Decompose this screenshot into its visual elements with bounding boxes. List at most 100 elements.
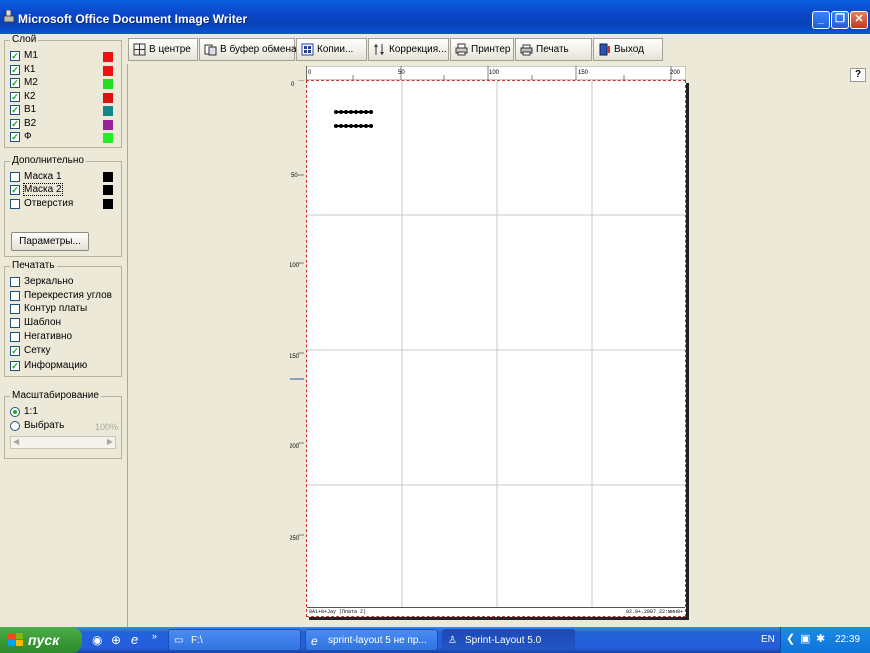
layer-row-k2[interactable]: ✓ К2	[10, 91, 35, 104]
start-button[interactable]: пуск	[0, 627, 82, 653]
print-button[interactable]: Печать	[515, 38, 592, 61]
mask2-checkbox[interactable]: ✓	[10, 185, 20, 195]
print-mirror-row[interactable]: Зеркально	[10, 276, 73, 289]
parameters-button[interactable]: Параметры...	[11, 232, 89, 251]
color-swatch[interactable]	[103, 172, 113, 182]
extra-row-mask1[interactable]: Маска 1	[10, 171, 62, 184]
checkbox[interactable]	[10, 332, 20, 342]
clipboard-button[interactable]: В буфер обмена	[199, 38, 297, 61]
layer-checkbox[interactable]: ✓	[10, 119, 20, 129]
extra-row-holes[interactable]: Отверстия	[10, 198, 73, 211]
tray-arrow-icon[interactable]: ❮	[786, 632, 795, 645]
layer-checkbox[interactable]: ✓	[10, 105, 20, 115]
color-swatch[interactable]	[103, 120, 113, 130]
center-icon	[133, 43, 146, 56]
extra-row-mask2[interactable]: ✓ Маска 2	[10, 183, 63, 197]
radio[interactable]	[10, 407, 20, 417]
color-swatch[interactable]	[103, 106, 113, 116]
layer-row-m1[interactable]: ✓ М1	[10, 50, 38, 63]
scale-group-title: Масштабирование	[10, 390, 101, 401]
taskbar-item-browser[interactable]: e sprint-layout 5 не пр...	[305, 629, 438, 651]
print-crosshair-row[interactable]: Перекрестия углов	[10, 290, 112, 303]
ruler-left-label: 250	[290, 536, 300, 542]
ruler-left-label: 0	[291, 82, 295, 88]
scale-percent: 100%	[95, 422, 119, 432]
holes-checkbox[interactable]	[10, 199, 20, 209]
layer-row-f[interactable]: ✓ Ф	[10, 131, 32, 144]
title-bar[interactable]: Microsoft Office Document Image Writer _…	[0, 0, 870, 34]
checkbox[interactable]	[10, 318, 20, 328]
print-icon	[520, 44, 533, 56]
print-preview-page[interactable]: 8A1+0+Jay (Плата 2) 02.0+.2007 22:мин0+	[306, 80, 686, 617]
close-button[interactable]: ✕	[850, 11, 868, 29]
quicklaunch-icon[interactable]: ◉	[92, 633, 102, 647]
scale-slider[interactable]: ◀ ▶	[10, 436, 116, 449]
copies-button[interactable]: Копии...	[296, 38, 367, 61]
color-swatch[interactable]	[103, 199, 113, 209]
layer-checkbox[interactable]: ✓	[10, 132, 20, 142]
ruler-left-label: 50	[291, 173, 298, 179]
minimize-button[interactable]: _	[812, 11, 830, 29]
scale-custom-row[interactable]: Выбрать	[10, 420, 64, 433]
print-group-title: Печатать	[10, 260, 57, 271]
color-swatch[interactable]	[103, 185, 113, 195]
system-tray: ❮ ▣ ✱ 22:39	[780, 627, 870, 653]
ruler-top-label: 50	[398, 70, 405, 76]
print-negative-row[interactable]: Негативно	[10, 331, 72, 344]
slider-left-arrow-icon: ◀	[13, 437, 20, 446]
ruler-left-label: 150	[290, 354, 300, 360]
layer-checkbox[interactable]: ✓	[10, 78, 20, 88]
language-indicator[interactable]: EN	[761, 634, 775, 645]
checkbox[interactable]	[10, 304, 20, 314]
clock: 22:39	[835, 634, 861, 645]
page-info-footer: 8A1+0+Jay (Плата 2) 02.0+.2007 22:мин0+	[307, 607, 685, 616]
ie-icon[interactable]: e	[131, 632, 138, 647]
network-icon[interactable]: ▣	[800, 632, 810, 645]
taskbar: пуск ◉ ⊕ e » ▭ F:\ e sprint-layout 5 не …	[0, 627, 870, 653]
mask1-checkbox[interactable]	[10, 172, 20, 182]
taskbar-item-sprint-layout[interactable]: ♙ Sprint-Layout 5.0	[442, 629, 575, 651]
maximize-button[interactable]: ❐	[831, 11, 849, 29]
layer-row-m2[interactable]: ✓ М2	[10, 77, 38, 90]
extra-group-title: Дополнительно	[10, 155, 86, 166]
slider-right-arrow-icon: ▶	[106, 437, 113, 446]
color-swatch[interactable]	[103, 52, 113, 62]
color-swatch[interactable]	[103, 66, 113, 76]
layer-checkbox[interactable]: ✓	[10, 92, 20, 102]
checkbox[interactable]	[10, 277, 20, 287]
left-ruler: 0 50 100 150 200 250	[290, 80, 304, 542]
layer-row-b1[interactable]: ✓ В1	[10, 104, 36, 117]
scale-1to1-row[interactable]: 1:1	[10, 406, 38, 419]
print-grid-row[interactable]: ✓ Сетку	[10, 345, 51, 358]
print-outline-row[interactable]: Контур платы	[10, 303, 87, 316]
layer-row-k1[interactable]: ✓ К1	[10, 64, 35, 77]
center-button[interactable]: В центре	[128, 38, 198, 61]
color-swatch[interactable]	[103, 79, 113, 89]
ie-icon: e	[311, 634, 318, 648]
printer-button[interactable]: Принтер	[450, 38, 514, 61]
windows-logo-icon	[8, 633, 23, 646]
footer-left-text: 8A1+0+Jay (Плата 2)	[309, 609, 367, 615]
correction-button[interactable]: Коррекция...	[368, 38, 449, 61]
printer-icon	[455, 43, 468, 56]
print-info-row[interactable]: ✓ Информацию	[10, 360, 87, 373]
folder-icon: ▭	[174, 635, 184, 646]
quicklaunch-icon[interactable]: ⊕	[111, 633, 121, 647]
layer-row-b2[interactable]: ✓ В2	[10, 118, 36, 131]
print-template-row[interactable]: Шаблон	[10, 317, 61, 330]
ruler-left-label: 200	[290, 444, 300, 450]
exit-button[interactable]: Выход	[593, 38, 663, 61]
color-swatch[interactable]	[103, 93, 113, 103]
radio[interactable]	[10, 421, 20, 431]
expand-chevron-icon[interactable]: »	[152, 631, 157, 641]
layer-checkbox[interactable]: ✓	[10, 51, 20, 61]
checkbox[interactable]	[10, 291, 20, 301]
layer-checkbox[interactable]: ✓	[10, 65, 20, 75]
copies-icon	[301, 43, 314, 56]
bluetooth-icon[interactable]: ✱	[816, 632, 825, 645]
checkbox[interactable]: ✓	[10, 346, 20, 356]
help-button[interactable]: ?	[850, 68, 866, 82]
checkbox[interactable]: ✓	[10, 361, 20, 371]
color-swatch[interactable]	[103, 133, 113, 143]
taskbar-item-folder[interactable]: ▭ F:\	[168, 629, 301, 651]
